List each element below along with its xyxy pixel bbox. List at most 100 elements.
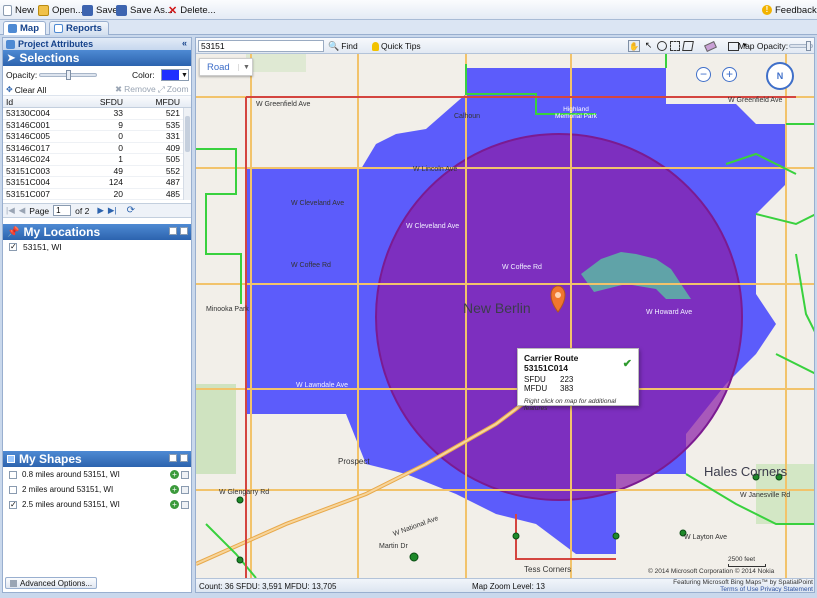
reports-tab-icon [54,24,63,33]
status-count: Count: 36 SFDU: 3,591 MFDU: 13,705 [199,582,337,591]
city-label-new-berlin: New Berlin [463,300,531,316]
column-id[interactable]: Id [3,97,73,107]
select-arrow-icon[interactable]: ↖ [643,40,654,52]
clear-all-icon: ✥ [6,85,13,94]
project-attributes-header[interactable]: Project Attributes « [3,38,191,50]
tab-bar: Map Reports [0,20,817,35]
zoom-in-icon[interactable]: + [722,67,737,82]
popup-title: Carrier Route 53151C014 [524,353,579,373]
popup-sfdu-value: 223 [560,375,574,384]
shape-grid-icon[interactable] [181,485,189,494]
selections-header: ➤ Selections [3,50,191,66]
first-page-icon[interactable]: |◀ [6,205,15,216]
opacity-slider[interactable] [39,70,97,80]
advanced-options-icon [10,579,17,587]
label-w-coffee-rd-east: W Coffee Rd [502,264,542,271]
zoom-button[interactable]: ⤢ Zoom [158,84,189,95]
save-as-button[interactable]: Save As... [116,3,173,17]
table-row[interactable]: 53151C007 20 485 [3,189,191,200]
table-row[interactable]: 53146C017 0 409 [3,143,191,154]
save-button[interactable]: Save [82,3,118,17]
label-highland-memorial-park: Highland Memorial Park [555,106,597,120]
feedback-icon: ! [762,5,772,15]
label-w-layton-ave: W Layton Ave [684,534,728,541]
location-item[interactable]: ✓ 53151, WI [3,240,191,253]
next-page-icon[interactable]: ▶ [97,205,104,216]
shape-item[interactable]: 0.8 miles around 53151, WI + [3,467,191,482]
featuring-link[interactable]: Featuring Microsoft Bing Maps™ by Spatia… [673,579,813,586]
shape-item[interactable]: ✓ 2.5 miles around 53151, WI + [3,497,191,512]
locations-empty-area [3,253,191,451]
map-opacity-slider[interactable] [789,41,813,51]
shape-checkbox[interactable] [9,470,17,479]
shapes-toggle-checkbox[interactable]: ✓ [180,454,188,462]
table-row[interactable]: 53151C004 124 487 [3,177,191,189]
label-w-lincoln-ave: W Lincoln Ave [413,166,458,173]
shapes-select-all-checkbox[interactable] [169,454,177,462]
color-swatch [162,70,179,80]
table-row[interactable]: 53130C004 33 521 [3,108,191,120]
open-button[interactable]: Open... [38,3,83,17]
compass-icon[interactable]: N [766,62,794,90]
map-tab-icon [8,24,17,33]
page-input[interactable] [53,205,72,216]
map-style-dropdown[interactable]: Road ▼ [199,58,253,76]
shape-add-icon[interactable]: + [170,500,179,509]
map-canvas[interactable] [196,54,815,578]
table-row[interactable]: 53146C024 1 505 [3,154,191,166]
shape-add-icon[interactable]: + [170,470,179,479]
eraser-icon[interactable] [704,41,717,52]
locations-toggle-checkbox[interactable]: ✓ [180,227,188,235]
polygon-select-icon[interactable] [682,41,694,51]
new-file-icon [3,4,12,16]
shape-checkbox[interactable]: ✓ [9,500,17,509]
shape-grid-icon[interactable] [181,500,189,509]
color-picker[interactable]: ▼ [161,69,189,81]
table-row[interactable]: 53146C005 0 331 [3,131,191,143]
shape-checkbox[interactable] [9,485,17,494]
terms-links[interactable]: Terms of Use Privacy Statement [720,586,813,592]
quick-tips-button[interactable]: Quick Tips [372,40,421,52]
shape-add-icon[interactable]: + [170,485,179,494]
opacity-slider-thumb[interactable] [66,70,71,80]
pan-hand-icon[interactable]: ✋ [628,40,640,52]
table-scrollbar-thumb[interactable] [185,116,190,152]
location-checkbox[interactable]: ✓ [9,242,17,251]
refresh-icon[interactable]: ⟳ [127,205,135,216]
shape-item[interactable]: 2 miles around 53151, WI + [3,482,191,497]
top-toolbar: New Open... Save Save As... ✕ Delete... … [0,0,817,20]
search-icon: 🔍 [328,40,340,51]
label-minooka-park: Minooka Park [206,306,249,313]
shape-grid-icon[interactable] [181,470,189,479]
circle-select-icon[interactable] [657,41,667,51]
rect-select-icon[interactable] [670,41,680,51]
new-button[interactable]: New [3,3,34,17]
column-mfdu[interactable]: MFDU [123,97,180,107]
tab-reports[interactable]: Reports [49,21,109,35]
locations-select-all-checkbox[interactable] [169,227,177,235]
popup-note: Right click on map for additional featur… [524,398,617,412]
selection-style-row: Opacity: Color: ▼ [6,69,189,81]
feedback-button[interactable]: ! Feedback... [762,3,817,17]
advanced-options-button[interactable]: Advanced Options... [5,577,98,589]
tab-map[interactable]: Map [3,21,46,35]
column-sfdu[interactable]: SFDU [73,97,123,107]
label-w-coffee-rd: W Coffee Rd [291,262,331,269]
table-row[interactable]: 53151C003 49 552 [3,166,191,177]
radius-circle[interactable] [375,133,743,501]
find-button[interactable]: 🔍 Find [328,40,358,52]
table-scrollbar[interactable] [183,108,191,200]
label-w-janesville-rd: W Janesville Rd [740,492,791,499]
delete-button[interactable]: ✕ Delete... [168,3,216,17]
last-page-icon[interactable]: ▶| [108,205,117,216]
map-opacity-thumb[interactable] [806,41,811,51]
pager: |◀ ◀ Page of 2 ▶ ▶| ⟳ [3,203,191,218]
prev-page-icon[interactable]: ◀ [19,205,26,216]
zoom-out-icon[interactable]: − [696,67,711,82]
clear-all-button[interactable]: ✥ Clear All [6,85,46,95]
collapse-panel-icon[interactable]: « [182,38,187,48]
remove-button[interactable]: ✖ Remove [115,84,156,95]
map-copyright: © 2014 Microsoft Corporation © 2014 Noki… [648,568,775,575]
search-input[interactable] [198,40,324,52]
table-row[interactable]: 53146C001 9 535 [3,120,191,131]
